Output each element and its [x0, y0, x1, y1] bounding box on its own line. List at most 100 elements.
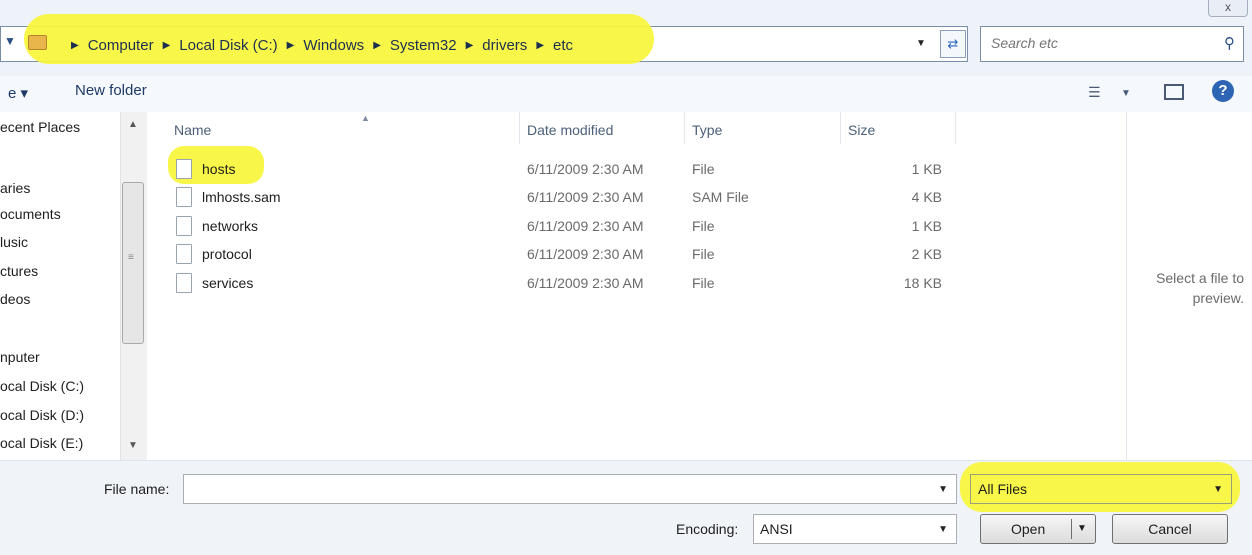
breadcrumb-separator-icon[interactable]: ▶ — [466, 40, 474, 51]
sort-ascending-icon: ▲ — [361, 113, 370, 123]
preview-message: Select a file to preview. — [1130, 268, 1244, 308]
file-size: 18 KB — [903, 275, 942, 291]
file-name-label: File name: — [104, 481, 170, 497]
breadcrumb-windows[interactable]: Windows — [303, 37, 364, 54]
nav-item-local-disk-d[interactable]: ocal Disk (D:) — [0, 407, 84, 423]
breadcrumb-separator-icon[interactable]: ▶ — [536, 40, 544, 51]
file-date: 6/11/2009 2:30 AM — [527, 275, 644, 291]
nav-item-recent-places[interactable]: ecent Places — [0, 119, 80, 135]
help-icon[interactable]: ? — [1212, 80, 1234, 102]
file-size: 1 KB — [911, 161, 942, 177]
column-divider[interactable] — [955, 112, 956, 144]
scroll-grip-icon: ≡ — [128, 252, 134, 263]
chevron-down-icon[interactable]: ▼ — [1213, 484, 1223, 495]
search-icon[interactable]: ⚲ — [1224, 34, 1235, 52]
file-date: 6/11/2009 2:30 AM — [527, 189, 644, 205]
split-divider — [1071, 519, 1072, 539]
cancel-button[interactable]: Cancel — [1112, 514, 1228, 544]
file-type: SAM File — [692, 189, 749, 205]
file-icon — [176, 159, 192, 179]
column-header-date-modified[interactable]: Date modified — [527, 122, 613, 138]
view-options-icon[interactable]: ☰ — [1088, 84, 1101, 101]
search-input[interactable] — [989, 34, 1213, 52]
breadcrumb-separator-icon[interactable]: ▶ — [373, 40, 381, 51]
file-name-input[interactable] — [190, 480, 894, 498]
nav-item-local-disk-e[interactable]: ocal Disk (E:) — [0, 435, 83, 451]
file-name-combobox[interactable]: ▼ — [183, 474, 957, 504]
breadcrumb: ▶ Computer ▶ Local Disk (C:) ▶ Windows ▶… — [62, 34, 573, 56]
file-date: 6/11/2009 2:30 AM — [527, 161, 644, 177]
column-divider[interactable] — [840, 112, 841, 144]
open-button[interactable]: Open ▼ — [980, 514, 1096, 544]
file-date: 6/11/2009 2:30 AM — [527, 218, 644, 234]
nav-item-music[interactable]: lusic — [0, 234, 28, 250]
column-divider[interactable] — [684, 112, 685, 144]
nav-item-libraries[interactable]: aries — [0, 180, 30, 196]
open-options-chevron-icon[interactable]: ▼ — [1077, 523, 1087, 534]
file-type-filter-select[interactable]: All Files ▼ — [970, 474, 1232, 504]
file-name: protocol — [202, 246, 252, 262]
file-size: 2 KB — [911, 246, 942, 262]
breadcrumb-etc[interactable]: etc — [553, 37, 573, 54]
encoding-label: Encoding: — [676, 521, 739, 537]
view-dropdown-icon[interactable]: ▼ — [1121, 88, 1131, 99]
organize-menu[interactable]: e ▾ — [8, 84, 28, 102]
scroll-up-icon[interactable]: ▲ — [128, 119, 138, 130]
breadcrumb-separator-icon[interactable]: ▶ — [71, 40, 79, 51]
preview-message-line: preview. — [1192, 290, 1244, 306]
file-name: lmhosts.sam — [202, 189, 281, 205]
table-row[interactable]: hosts 6/11/2009 2:30 AM File 1 KB — [148, 156, 948, 184]
file-name: networks — [202, 218, 259, 234]
file-icon — [176, 187, 192, 207]
recent-locations-chevron-icon[interactable]: ▼ — [4, 34, 16, 48]
breadcrumb-computer[interactable]: Computer — [88, 37, 154, 54]
address-dropdown-icon[interactable]: ▼ — [916, 38, 926, 49]
file-size: 1 KB — [911, 218, 942, 234]
breadcrumb-local-disk-c[interactable]: Local Disk (C:) — [179, 37, 277, 54]
table-row[interactable]: protocol 6/11/2009 2:30 AM File 2 KB — [148, 241, 948, 269]
nav-item-pictures[interactable]: ctures — [0, 263, 38, 279]
breadcrumb-drivers[interactable]: drivers — [482, 37, 527, 54]
file-type: File — [692, 246, 715, 262]
file-icon — [176, 216, 192, 236]
scroll-down-icon[interactable]: ▼ — [128, 440, 138, 451]
search-box[interactable]: ⚲ — [980, 26, 1244, 62]
file-size: 4 KB — [911, 189, 942, 205]
nav-item-computer[interactable]: nputer — [0, 349, 40, 365]
table-row[interactable]: lmhosts.sam 6/11/2009 2:30 AM SAM File 4… — [148, 184, 948, 212]
column-divider[interactable] — [519, 112, 520, 144]
chevron-down-icon[interactable]: ▼ — [938, 484, 948, 495]
preview-message-line: Select a file to — [1156, 270, 1244, 286]
nav-item-local-disk-c[interactable]: ocal Disk (C:) — [0, 378, 84, 394]
encoding-select[interactable]: ANSI ▼ — [753, 514, 957, 544]
breadcrumb-system32[interactable]: System32 — [390, 37, 457, 54]
nav-item-documents[interactable]: ocuments — [0, 206, 61, 222]
breadcrumb-separator-icon[interactable]: ▶ — [287, 40, 295, 51]
file-type: File — [692, 218, 715, 234]
close-button[interactable]: x — [1208, 0, 1248, 17]
open-button-label: Open — [1011, 521, 1046, 537]
file-name: hosts — [202, 161, 236, 177]
column-header-name[interactable]: Name — [174, 122, 211, 138]
preview-pane-icon[interactable] — [1164, 84, 1184, 100]
file-type: File — [692, 275, 715, 291]
table-row[interactable]: services 6/11/2009 2:30 AM File 18 KB — [148, 270, 948, 298]
file-icon — [176, 273, 192, 293]
nav-item-videos[interactable]: deos — [0, 291, 30, 307]
file-name: services — [202, 275, 254, 291]
table-row[interactable]: networks 6/11/2009 2:30 AM File 1 KB — [148, 213, 948, 241]
breadcrumb-separator-icon[interactable]: ▶ — [163, 40, 171, 51]
folder-icon — [28, 35, 47, 50]
file-date: 6/11/2009 2:30 AM — [527, 246, 644, 262]
encoding-value: ANSI — [760, 521, 793, 537]
new-folder-button[interactable]: New folder — [75, 82, 147, 99]
chevron-down-icon[interactable]: ▼ — [938, 524, 948, 535]
refresh-icon[interactable]: ⇄ — [940, 30, 966, 58]
column-header-type[interactable]: Type — [692, 122, 722, 138]
file-icon — [176, 244, 192, 264]
scroll-thumb[interactable] — [122, 182, 144, 344]
toolbar — [0, 76, 1252, 113]
file-type-filter-value: All Files — [978, 481, 1028, 497]
column-header-size[interactable]: Size — [848, 122, 875, 138]
file-type: File — [692, 161, 715, 177]
